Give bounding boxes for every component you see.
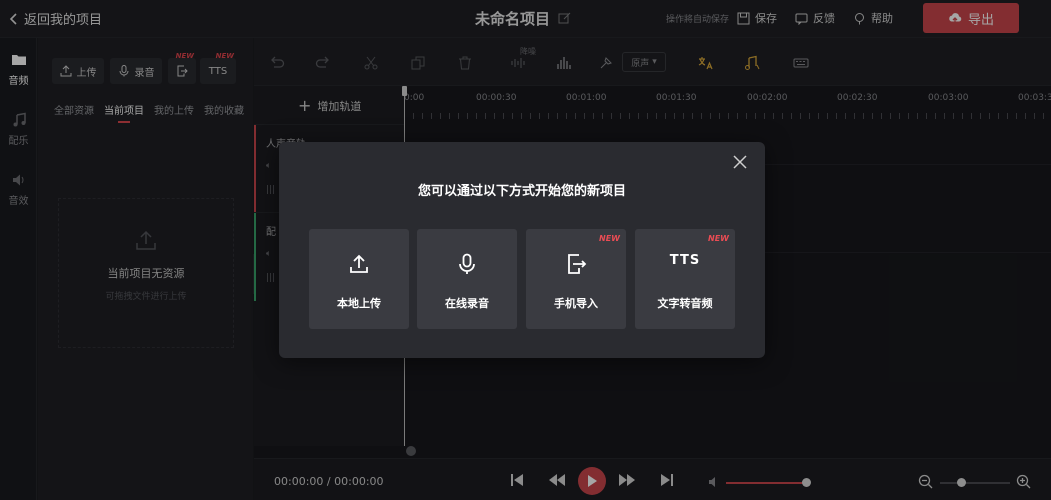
- new-tag: NEW: [599, 234, 620, 243]
- close-icon: [733, 155, 747, 169]
- modal-close-button[interactable]: [732, 154, 748, 170]
- option-label: 文字转音频: [657, 297, 713, 310]
- tts-icon: TTS: [669, 253, 701, 268]
- option-online-record[interactable]: 在线录音: [417, 229, 517, 329]
- card-icon-wrap: TTS: [635, 253, 735, 268]
- option-phone-import[interactable]: NEW 手机导入: [526, 229, 626, 329]
- card-icon-wrap: [309, 253, 409, 275]
- option-label: 本地上传: [337, 297, 381, 310]
- option-label: 手机导入: [554, 297, 598, 310]
- new-project-modal: 您可以通过以下方式开始您的新项目 本地上传 在线录音 NEW 手机导入 NEW …: [279, 142, 765, 358]
- phone-import-icon: [568, 254, 587, 274]
- upload-icon: [350, 254, 368, 273]
- card-icon-wrap: [417, 253, 517, 275]
- microphone-icon: [459, 253, 475, 274]
- card-icon-wrap: [526, 253, 626, 275]
- modal-title: 您可以通过以下方式开始您的新项目: [417, 184, 626, 199]
- option-text-to-speech[interactable]: NEW TTS 文字转音频: [635, 229, 735, 329]
- new-tag: NEW: [708, 234, 729, 243]
- app-root: 返回我的项目 未命名项目 操作將自动保存 保存 反馈 帮助 导出 音频 配乐 音…: [0, 0, 1051, 500]
- option-local-upload[interactable]: 本地上传: [309, 229, 409, 329]
- option-label: 在线录音: [445, 297, 489, 310]
